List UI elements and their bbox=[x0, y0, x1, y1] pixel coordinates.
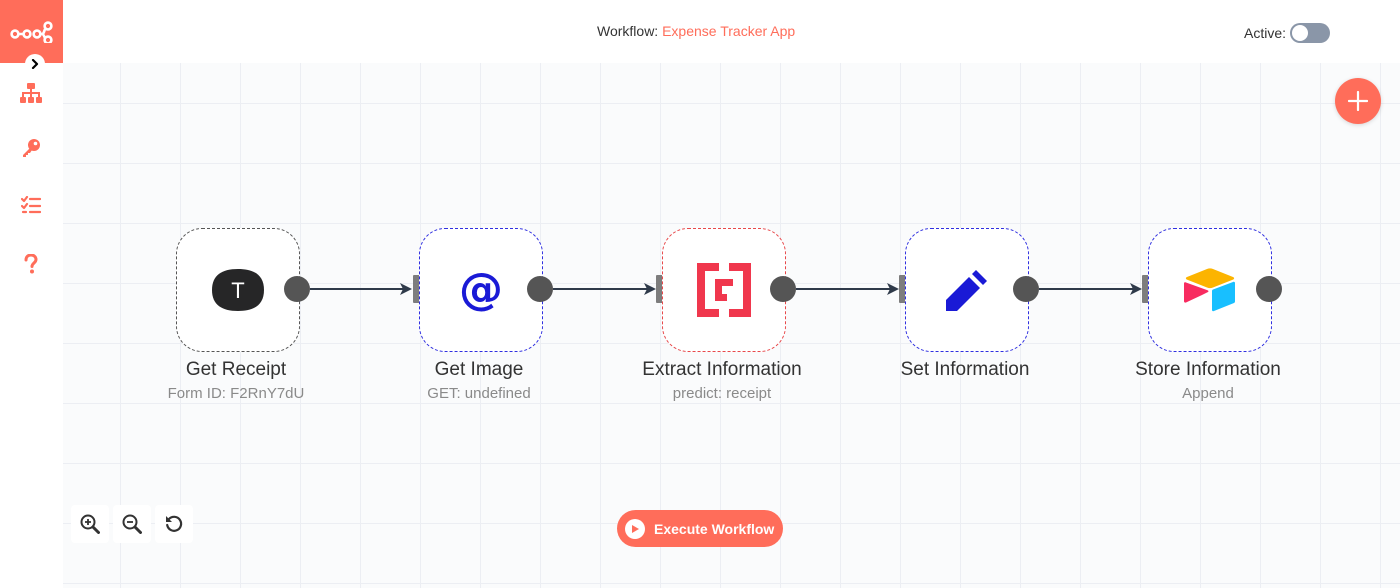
node-subtitle: predict: receipt bbox=[672, 385, 772, 402]
node-title: Get Image bbox=[434, 359, 524, 380]
active-control: Active: bbox=[1244, 23, 1331, 43]
workflow-title: Workflow: Expense Tracker App bbox=[597, 23, 795, 39]
reset-zoom-button[interactable] bbox=[155, 505, 193, 543]
execute-workflow-button[interactable]: Execute Workflow bbox=[617, 510, 783, 547]
reset-icon bbox=[166, 515, 183, 532]
output-port-store-information[interactable] bbox=[1256, 276, 1282, 302]
zoom-in-icon bbox=[80, 514, 100, 534]
node-title: Extract Information bbox=[642, 359, 802, 380]
active-label: Active: bbox=[1244, 25, 1287, 41]
zoom-in-button[interactable] bbox=[71, 505, 109, 543]
output-port-get-receipt[interactable] bbox=[284, 276, 310, 302]
list-check-icon bbox=[21, 196, 41, 214]
typeform-icon-letter: T bbox=[231, 278, 244, 303]
node-store-information[interactable] bbox=[1148, 228, 1272, 352]
sidebar-item-executions[interactable] bbox=[18, 192, 44, 218]
n8n-logo-icon bbox=[9, 20, 53, 43]
node-get-receipt[interactable]: T bbox=[176, 228, 300, 352]
node-subtitle: Form ID: F2RnY7dU bbox=[167, 385, 305, 402]
workflow-label: Workflow: bbox=[597, 23, 659, 39]
active-toggle[interactable] bbox=[1290, 23, 1331, 43]
toggle-knob bbox=[1292, 25, 1309, 41]
node-title: Set Information bbox=[900, 359, 1030, 380]
node-title: Get Receipt bbox=[185, 359, 287, 380]
help-icon bbox=[24, 254, 38, 274]
at-icon: @ bbox=[459, 264, 503, 315]
node-set-information[interactable] bbox=[905, 228, 1029, 352]
output-port-extract-information[interactable] bbox=[770, 276, 796, 302]
sidebar-item-credentials[interactable] bbox=[18, 135, 44, 161]
node-extract-information[interactable] bbox=[662, 228, 786, 352]
expand-sidebar-button[interactable] bbox=[25, 54, 45, 74]
workflow-name[interactable]: Expense Tracker App bbox=[662, 23, 795, 39]
zoom-out-button[interactable] bbox=[113, 505, 151, 543]
network-icon bbox=[20, 83, 42, 103]
output-port-set-information[interactable] bbox=[1013, 276, 1039, 302]
plus-icon bbox=[1348, 91, 1368, 111]
node-title: Store Information bbox=[1135, 359, 1281, 380]
execute-workflow-label: Execute Workflow bbox=[654, 520, 775, 537]
node-get-image[interactable]: @ bbox=[419, 228, 543, 352]
sidebar-item-help[interactable] bbox=[18, 251, 44, 277]
top-header: Workflow: Expense Tracker App Active: bbox=[63, 0, 1400, 63]
zoom-out-icon bbox=[122, 514, 142, 534]
chevron-right-icon bbox=[31, 59, 39, 69]
mindee-icon bbox=[697, 263, 751, 317]
sidebar bbox=[0, 0, 63, 588]
key-icon bbox=[23, 139, 40, 157]
node-subtitle: GET: undefined bbox=[427, 385, 531, 402]
typeform-icon: T bbox=[212, 269, 264, 311]
sidebar-item-workflows[interactable] bbox=[18, 80, 44, 106]
add-node-button[interactable] bbox=[1335, 78, 1381, 124]
node-subtitle: Append bbox=[1182, 385, 1234, 402]
pencil-icon bbox=[946, 270, 987, 311]
airtable-icon bbox=[1184, 268, 1235, 312]
play-icon bbox=[625, 518, 645, 539]
output-port-get-image[interactable] bbox=[527, 276, 553, 302]
